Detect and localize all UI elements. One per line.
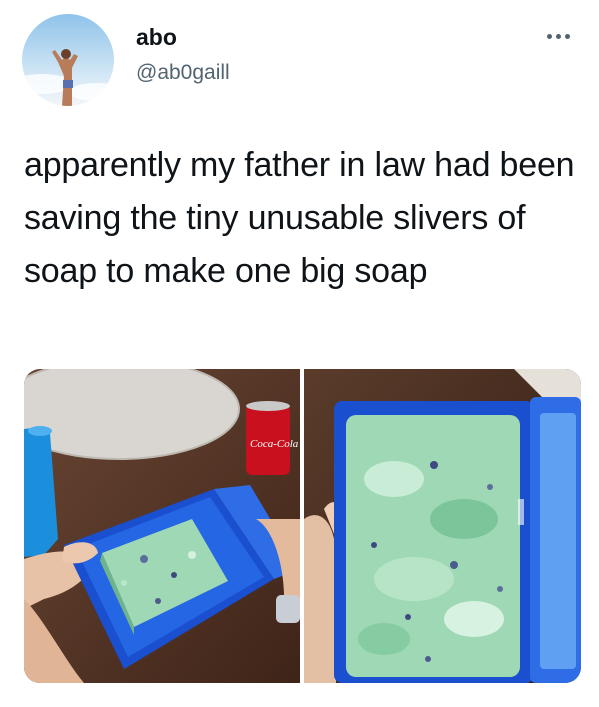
can-label: Coca-Cola — [250, 438, 299, 450]
soap-case-photo: Coca-Cola — [24, 369, 300, 683]
avatar-photo-icon — [22, 14, 114, 106]
author-handle[interactable]: @ab0gaill — [136, 61, 230, 85]
soap-closeup-photo — [304, 369, 581, 683]
more-dot — [546, 33, 552, 39]
avatar[interactable] — [22, 14, 114, 106]
media-grid: Coca-Cola — [24, 369, 581, 683]
photo-soap-closeup[interactable] — [304, 369, 581, 683]
more-dot — [555, 33, 561, 39]
more-horizontal-icon[interactable] — [538, 26, 578, 46]
tweet-text: apparently my father in law had been sav… — [24, 146, 575, 290]
more-dot — [564, 33, 570, 39]
tweet-card: abo @ab0gaill apparently my father in la… — [0, 0, 599, 707]
photo-soap-in-case[interactable]: Coca-Cola — [24, 369, 300, 683]
author-name[interactable]: abo — [136, 24, 177, 51]
